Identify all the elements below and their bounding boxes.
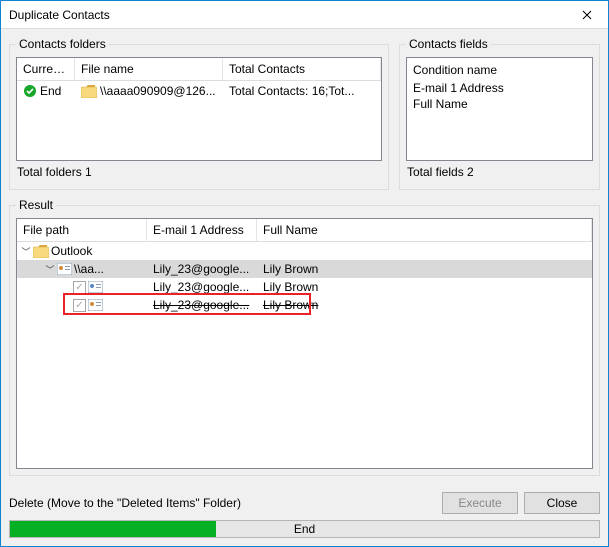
close-icon[interactable] xyxy=(566,1,608,29)
total-contacts: Total Contacts: 16;Tot... xyxy=(223,81,381,101)
cell-email: Lily_23@google... xyxy=(147,262,257,276)
window: Duplicate Contacts Contacts folders Curr… xyxy=(0,0,609,547)
fields-list: Condition name E-mail 1 Address Full Nam… xyxy=(406,57,593,161)
cell-name: Lily Brown xyxy=(257,298,592,312)
folder-icon xyxy=(33,245,49,258)
cell-email: Lily_23@google... xyxy=(147,280,257,294)
cell-name: Lily Brown xyxy=(257,262,592,276)
tree-root-label: Outlook xyxy=(51,244,92,258)
contact-card-icon xyxy=(88,299,103,311)
action-label: Delete (Move to the "Deleted Items" Fold… xyxy=(9,496,436,510)
check-circle-icon xyxy=(23,84,37,98)
tree-item[interactable]: ✓ Lily_23@google... Lily Brown xyxy=(17,278,592,296)
checkbox[interactable]: ✓ xyxy=(73,281,86,294)
folders-header-row: Curren... File name Total Contacts xyxy=(17,58,381,81)
col-current[interactable]: Curren... xyxy=(17,58,75,80)
fields-legend: Contacts fields xyxy=(406,37,491,51)
fields-summary: Total fields 2 xyxy=(406,161,593,183)
file-name: \\aaaa090909@126... xyxy=(100,84,216,98)
tree-item-duplicate[interactable]: ✓ Lily_23@google... Lily Brown xyxy=(17,296,592,314)
tree-group-label: \\aa... xyxy=(74,262,104,276)
field-item[interactable]: E-mail 1 Address xyxy=(413,80,586,96)
tree-root[interactable]: ﹀ Outlook xyxy=(17,242,592,260)
col-email[interactable]: E-mail 1 Address xyxy=(147,219,257,242)
chevron-down-icon[interactable]: ﹀ xyxy=(21,245,31,258)
folders-summary: Total folders 1 xyxy=(16,161,382,183)
result-body: ﹀ Outlook ﹀ \\aa... Lily_23@google... xyxy=(17,242,592,314)
col-filename[interactable]: File name xyxy=(75,58,223,80)
contacts-folders-group: Contacts folders Curren... File name Tot… xyxy=(9,37,389,190)
progress-text: End xyxy=(294,522,315,536)
result-table: File path E-mail 1 Address Full Name ﹀ O… xyxy=(16,218,593,469)
folders-legend: Contacts folders xyxy=(16,37,109,51)
progress-fill xyxy=(10,521,216,537)
result-legend: Result xyxy=(16,198,56,212)
folders-table: Curren... File name Total Contacts End \… xyxy=(16,57,382,161)
cell-email: Lily_23@google... xyxy=(147,298,257,312)
progress-bar: End xyxy=(9,520,600,538)
cell-name: Lily Brown xyxy=(257,280,592,294)
result-header-row: File path E-mail 1 Address Full Name xyxy=(17,219,592,242)
col-full-name[interactable]: Full Name xyxy=(257,219,592,242)
fields-header: Condition name xyxy=(413,62,586,80)
tree-group[interactable]: ﹀ \\aa... Lily_23@google... Lily Brown xyxy=(17,260,592,278)
window-title: Duplicate Contacts xyxy=(1,8,566,22)
contacts-fields-group: Contacts fields Condition name E-mail 1 … xyxy=(399,37,600,190)
execute-button[interactable]: Execute xyxy=(442,492,518,514)
current-status: End xyxy=(40,84,61,98)
close-button[interactable]: Close xyxy=(524,492,600,514)
contact-card-icon xyxy=(88,281,103,293)
footer: Delete (Move to the "Deleted Items" Fold… xyxy=(1,484,608,546)
field-item[interactable]: Full Name xyxy=(413,96,586,112)
titlebar: Duplicate Contacts xyxy=(1,1,608,29)
result-group: Result File path E-mail 1 Address Full N… xyxy=(9,198,600,476)
chevron-down-icon[interactable]: ﹀ xyxy=(45,263,55,276)
col-file-path[interactable]: File path xyxy=(17,219,147,242)
body: Contacts folders Curren... File name Tot… xyxy=(1,29,608,484)
col-total[interactable]: Total Contacts xyxy=(223,58,381,80)
folder-icon xyxy=(81,85,97,98)
folder-row[interactable]: End \\aaaa090909@126... Total Contacts: … xyxy=(17,81,381,101)
checkbox[interactable]: ✓ xyxy=(73,299,86,312)
contact-card-icon xyxy=(57,263,72,275)
